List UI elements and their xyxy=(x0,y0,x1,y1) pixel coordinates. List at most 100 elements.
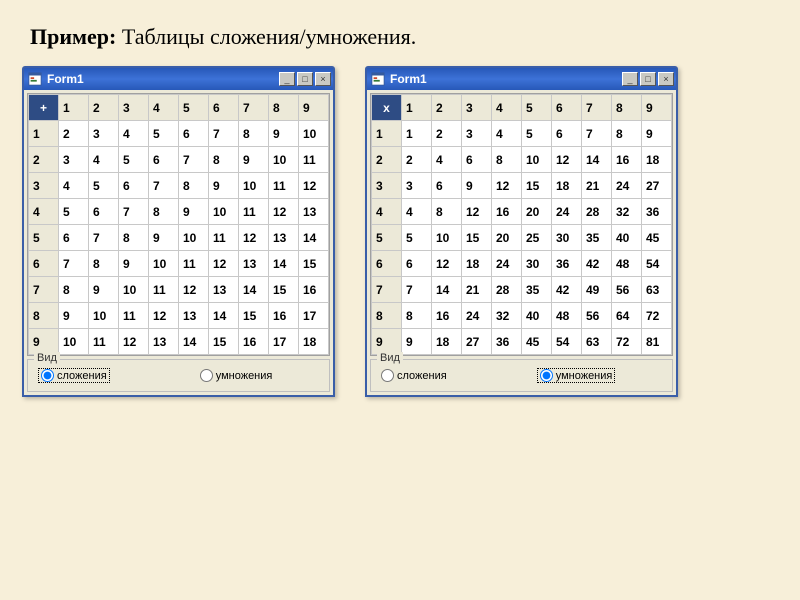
cell[interactable]: 4 xyxy=(89,147,119,173)
cell[interactable]: 13 xyxy=(269,225,299,251)
cell[interactable]: 32 xyxy=(612,199,642,225)
cell[interactable]: 5 xyxy=(522,121,552,147)
cell[interactable]: 48 xyxy=(612,251,642,277)
cell[interactable]: 20 xyxy=(522,199,552,225)
cell[interactable]: 16 xyxy=(239,329,269,355)
cell[interactable]: 54 xyxy=(552,329,582,355)
titlebar[interactable]: Form1 _ □ × xyxy=(367,68,676,90)
col-header[interactable]: 8 xyxy=(612,95,642,121)
cell[interactable]: 17 xyxy=(299,303,329,329)
titlebar[interactable]: Form1 _ □ × xyxy=(24,68,333,90)
cell[interactable]: 10 xyxy=(59,329,89,355)
cell[interactable]: 15 xyxy=(522,173,552,199)
cell[interactable]: 15 xyxy=(209,329,239,355)
cell[interactable]: 10 xyxy=(179,225,209,251)
row-header[interactable]: 9 xyxy=(29,329,59,355)
cell[interactable]: 13 xyxy=(239,251,269,277)
cell[interactable]: 9 xyxy=(59,303,89,329)
radio-addition[interactable]: сложения xyxy=(38,368,110,383)
cell[interactable]: 13 xyxy=(299,199,329,225)
cell[interactable]: 11 xyxy=(119,303,149,329)
cell[interactable]: 14 xyxy=(582,147,612,173)
cell[interactable]: 6 xyxy=(552,121,582,147)
cell[interactable]: 9 xyxy=(239,147,269,173)
close-button[interactable]: × xyxy=(315,72,331,86)
cell[interactable]: 12 xyxy=(149,303,179,329)
cell[interactable]: 3 xyxy=(402,173,432,199)
cell[interactable]: 28 xyxy=(582,199,612,225)
col-header[interactable]: 9 xyxy=(642,95,672,121)
cell[interactable]: 7 xyxy=(89,225,119,251)
cell[interactable]: 5 xyxy=(402,225,432,251)
col-header[interactable]: 1 xyxy=(59,95,89,121)
cell[interactable]: 35 xyxy=(522,277,552,303)
row-header[interactable]: 8 xyxy=(372,303,402,329)
row-header[interactable]: 5 xyxy=(29,225,59,251)
cell[interactable]: 15 xyxy=(239,303,269,329)
cell[interactable]: 4 xyxy=(59,173,89,199)
row-header[interactable]: 1 xyxy=(372,121,402,147)
cell[interactable]: 15 xyxy=(462,225,492,251)
cell[interactable]: 10 xyxy=(299,121,329,147)
cell[interactable]: 9 xyxy=(642,121,672,147)
row-header[interactable]: 7 xyxy=(29,277,59,303)
row-header[interactable]: 1 xyxy=(29,121,59,147)
cell[interactable]: 64 xyxy=(612,303,642,329)
cell[interactable]: 72 xyxy=(612,329,642,355)
cell[interactable]: 4 xyxy=(492,121,522,147)
cell[interactable]: 12 xyxy=(209,251,239,277)
col-header[interactable]: 7 xyxy=(239,95,269,121)
cell[interactable]: 6 xyxy=(462,147,492,173)
cell[interactable]: 16 xyxy=(432,303,462,329)
cell[interactable]: 7 xyxy=(209,121,239,147)
cell[interactable]: 48 xyxy=(552,303,582,329)
radio-multiplication[interactable]: умножения xyxy=(537,368,616,383)
cell[interactable]: 14 xyxy=(269,251,299,277)
cell[interactable]: 56 xyxy=(612,277,642,303)
cell[interactable]: 21 xyxy=(582,173,612,199)
cell[interactable]: 18 xyxy=(432,329,462,355)
cell[interactable]: 72 xyxy=(642,303,672,329)
cell[interactable]: 5 xyxy=(119,147,149,173)
row-header[interactable]: 2 xyxy=(372,147,402,173)
cell[interactable]: 10 xyxy=(239,173,269,199)
cell[interactable]: 24 xyxy=(492,251,522,277)
cell[interactable]: 8 xyxy=(612,121,642,147)
cell[interactable]: 12 xyxy=(119,329,149,355)
cell[interactable]: 9 xyxy=(402,329,432,355)
radio-addition-input[interactable] xyxy=(41,369,54,382)
cell[interactable]: 18 xyxy=(462,251,492,277)
cell[interactable]: 18 xyxy=(552,173,582,199)
cell[interactable]: 10 xyxy=(119,277,149,303)
col-header[interactable]: 1 xyxy=(402,95,432,121)
cell[interactable]: 6 xyxy=(149,147,179,173)
cell[interactable]: 81 xyxy=(642,329,672,355)
radio-multiplication-input[interactable] xyxy=(200,369,213,382)
col-header[interactable]: 2 xyxy=(89,95,119,121)
cell[interactable]: 28 xyxy=(492,277,522,303)
col-header[interactable]: 6 xyxy=(209,95,239,121)
cell[interactable]: 36 xyxy=(552,251,582,277)
cell[interactable]: 40 xyxy=(612,225,642,251)
col-header[interactable]: 4 xyxy=(149,95,179,121)
col-header[interactable]: 7 xyxy=(582,95,612,121)
cell[interactable]: 6 xyxy=(119,173,149,199)
cell[interactable]: 11 xyxy=(89,329,119,355)
cell[interactable]: 9 xyxy=(119,251,149,277)
grid-table[interactable]: +123456789123456789102345678910113456789… xyxy=(28,94,329,355)
cell[interactable]: 10 xyxy=(522,147,552,173)
cell[interactable]: 14 xyxy=(239,277,269,303)
cell[interactable]: 8 xyxy=(119,225,149,251)
maximize-button[interactable]: □ xyxy=(640,72,656,86)
cell[interactable]: 17 xyxy=(269,329,299,355)
cell[interactable]: 10 xyxy=(209,199,239,225)
cell[interactable]: 3 xyxy=(89,121,119,147)
cell[interactable]: 14 xyxy=(209,303,239,329)
cell[interactable]: 10 xyxy=(432,225,462,251)
cell[interactable]: 11 xyxy=(209,225,239,251)
cell[interactable]: 36 xyxy=(642,199,672,225)
cell[interactable]: 16 xyxy=(299,277,329,303)
cell[interactable]: 21 xyxy=(462,277,492,303)
cell[interactable]: 63 xyxy=(642,277,672,303)
cell[interactable]: 24 xyxy=(462,303,492,329)
